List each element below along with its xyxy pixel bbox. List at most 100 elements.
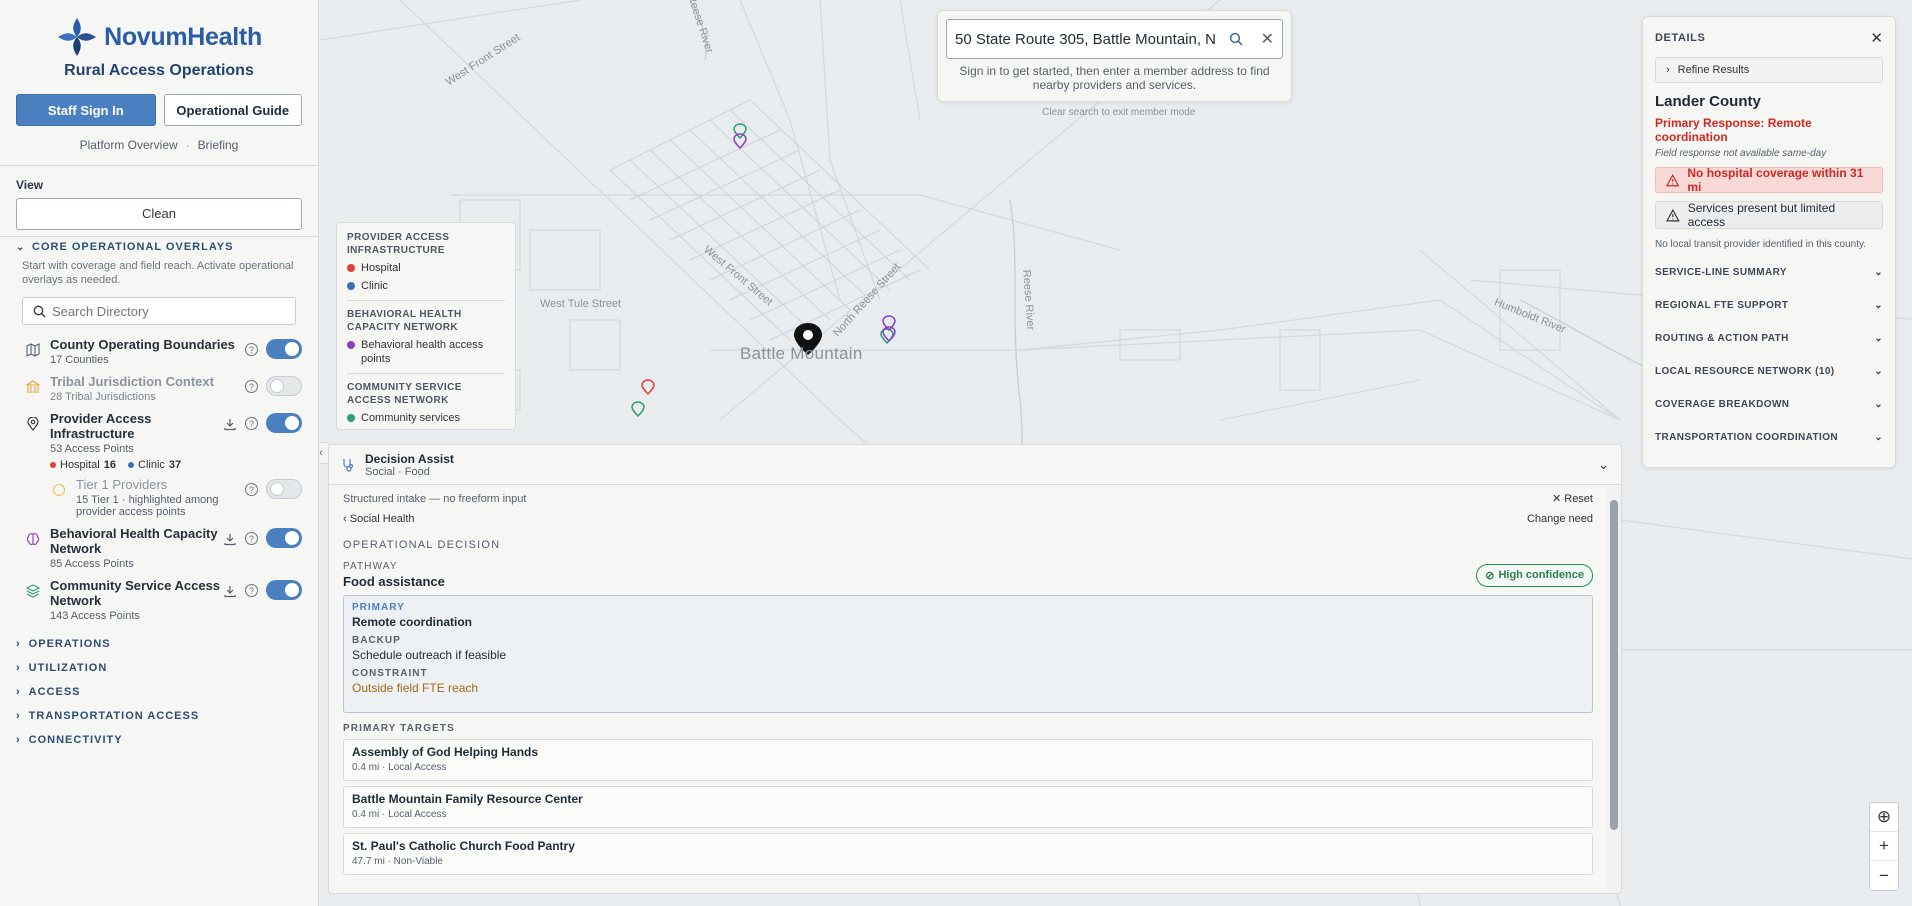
directory-search-input[interactable] [52, 303, 272, 319]
help-icon[interactable]: ? [245, 483, 258, 496]
help-icon[interactable]: ? [245, 417, 258, 430]
directory-search[interactable] [22, 297, 296, 325]
constraint-value: Outside field FTE reach [352, 681, 479, 695]
accordion-label: ROUTING & ACTION PATH [1655, 333, 1789, 344]
provider-breakdown: Hospital 16 Clinic 37 [50, 459, 223, 471]
platform-overview-link[interactable]: Platform Overview [80, 138, 178, 152]
warning-icon [1666, 208, 1680, 221]
refine-label: Refine Results [1677, 64, 1750, 76]
accordion-coverage-breakdown[interactable]: COVERAGE BREAKDOWN ⌄ [1655, 388, 1883, 421]
refine-results-button[interactable]: › Refine Results [1655, 57, 1883, 83]
zoom-out-button[interactable]: − [1870, 861, 1898, 890]
chevron-down-icon: ⌄ [1874, 333, 1883, 344]
hospital-dot [347, 264, 355, 272]
chevron-down-icon: ⌄ [1874, 300, 1883, 311]
transit-note: No local transit provider identified in … [1655, 239, 1867, 250]
overlays-hint: Start with coverage and field reach. Act… [22, 260, 294, 286]
decision-scrollbar[interactable] [1607, 486, 1621, 893]
section-label: ACCESS [28, 686, 81, 698]
close-icon[interactable]: ✕ [1870, 29, 1883, 47]
legend-heading: COMMUNITY SERVICE ACCESS NETWORK [347, 382, 462, 406]
locate-button[interactable]: ⊕ [1870, 803, 1898, 832]
target-meta: 0.4 mi · Local Access [352, 762, 447, 773]
chevron-right-icon: › [16, 686, 21, 698]
map-legend: PROVIDER ACCESS INFRASTRUCTURE Hospital … [336, 222, 516, 430]
chevron-right-icon: › [16, 662, 21, 674]
section-transportation-access[interactable]: › TRANSPORTATION ACCESS [0, 704, 318, 728]
download-icon[interactable] [223, 584, 237, 598]
legend-item-behavioral: Behavioral health access points [347, 338, 505, 366]
section-operations[interactable]: › OPERATIONS [0, 632, 318, 656]
download-icon[interactable] [223, 417, 237, 431]
help-icon[interactable]: ? [245, 380, 258, 393]
backup-label: BACKUP [352, 635, 401, 646]
legend-label: Clinic [361, 280, 388, 292]
legend-label: Community services [361, 412, 461, 424]
chevron-left-icon: ‹ [343, 513, 350, 525]
chevron-down-icon: ⌄ [1874, 432, 1883, 443]
target-item[interactable]: Assembly of God Helping Hands 0.4 mi · L… [343, 739, 1593, 781]
section-connectivity[interactable]: › CONNECTIVITY [0, 728, 318, 752]
county-boundaries-toggle[interactable] [266, 339, 302, 359]
scrollbar-thumb[interactable] [1610, 500, 1618, 830]
search-icon [33, 305, 46, 317]
change-need-button[interactable]: Change need [1527, 513, 1593, 525]
accordion-service-line-summary[interactable]: SERVICE-LINE SUMMARY ⌄ [1655, 256, 1883, 289]
accordion-local-resource-network[interactable]: LOCAL RESOURCE NETWORK (10) ⌄ [1655, 355, 1883, 388]
section-utilization[interactable]: › UTILIZATION [0, 656, 318, 680]
section-label: OPERATIONS [28, 638, 111, 650]
operational-decision-label: OPERATIONAL DECISION [343, 539, 501, 551]
target-item[interactable]: St. Paul's Catholic Church Food Pantry 4… [343, 833, 1593, 875]
limited-access-alert: Services present but limited access [1655, 201, 1883, 229]
back-to-social-health[interactable]: ‹ Social Health [343, 513, 415, 525]
address-search-input[interactable] [955, 30, 1223, 48]
field-response-note: Field response not available same-day [1655, 148, 1827, 159]
accordion-routing-action-path[interactable]: ROUTING & ACTION PATH ⌄ [1655, 322, 1883, 355]
sidebar: NovumHealth Rural Access Operations Staf… [0, 0, 319, 906]
brand-header: NovumHealth Rural Access Operations [0, 0, 318, 84]
member-search-card: ✕ Sign in to get started, then enter a m… [937, 10, 1292, 102]
map-canvas[interactable]: West Front Street West Front Street West… [320, 0, 1912, 906]
operational-guide-button[interactable]: Operational Guide [163, 94, 302, 126]
street-label: West Tule Street [540, 298, 622, 310]
zoom-in-button[interactable]: + [1870, 832, 1898, 861]
help-icon[interactable]: ? [245, 584, 258, 597]
behavioral-health-toggle[interactable] [266, 528, 302, 548]
core-overlays-header[interactable]: ⌄ CORE OPERATIONAL OVERLAYS [0, 237, 318, 259]
view-select[interactable]: Clean [16, 198, 302, 230]
decision-summary-box: PRIMARY Remote coordination BACKUP Sched… [343, 595, 1593, 713]
legend-item-hospital: Hospital [347, 261, 505, 275]
accordion-transportation-coordination[interactable]: TRANSPORTATION COORDINATION ⌄ [1655, 421, 1883, 454]
tier1-providers-toggle[interactable] [266, 479, 302, 499]
chevron-right-icon: › [16, 638, 21, 650]
provider-access-toggle[interactable] [266, 413, 302, 433]
search-icon[interactable] [1229, 32, 1243, 46]
legend-item-clinic: Clinic [347, 279, 505, 293]
briefing-link[interactable]: Briefing [198, 138, 239, 152]
clear-search-icon[interactable]: ✕ [1261, 29, 1274, 49]
layer-tribal-jurisdiction: Tribal Jurisdiction Context 28 Tribal Ju… [0, 370, 318, 407]
help-icon[interactable]: ? [245, 532, 258, 545]
community-service-toggle[interactable] [266, 580, 302, 600]
brand-name: NovumHealth [104, 22, 262, 51]
map-controls: ⊕ + − [1869, 802, 1899, 891]
reset-button[interactable]: ✕ Reset [1552, 492, 1593, 505]
pathway-label: PATHWAY [343, 561, 398, 572]
target-item[interactable]: Battle Mountain Family Resource Center 0… [343, 786, 1593, 828]
alert-text: Services present but limited access [1687, 201, 1836, 229]
backup-value: Schedule outreach if feasible [352, 648, 507, 662]
tribal-jurisdiction-toggle[interactable] [266, 376, 302, 396]
accordion-regional-fte-support[interactable]: REGIONAL FTE SUPPORT ⌄ [1655, 289, 1883, 322]
decision-assist-header[interactable]: Decision Assist Social · Food ⌄ [329, 445, 1621, 485]
section-access[interactable]: › ACCESS [0, 680, 318, 704]
confidence-label: High confidence [1498, 569, 1584, 581]
legend-label: Behavioral health access points [361, 339, 484, 365]
chevron-down-icon[interactable]: ⌄ [1598, 457, 1609, 473]
address-search[interactable]: ✕ [946, 19, 1283, 59]
check-circle-icon: ⊘ [1485, 569, 1495, 582]
download-icon[interactable] [223, 532, 237, 546]
staff-sign-in-button[interactable]: Staff Sign In [16, 94, 156, 126]
brain-icon [24, 530, 42, 548]
accordion-label: LOCAL RESOURCE NETWORK (10) [1655, 366, 1835, 377]
help-icon[interactable]: ? [245, 343, 258, 356]
